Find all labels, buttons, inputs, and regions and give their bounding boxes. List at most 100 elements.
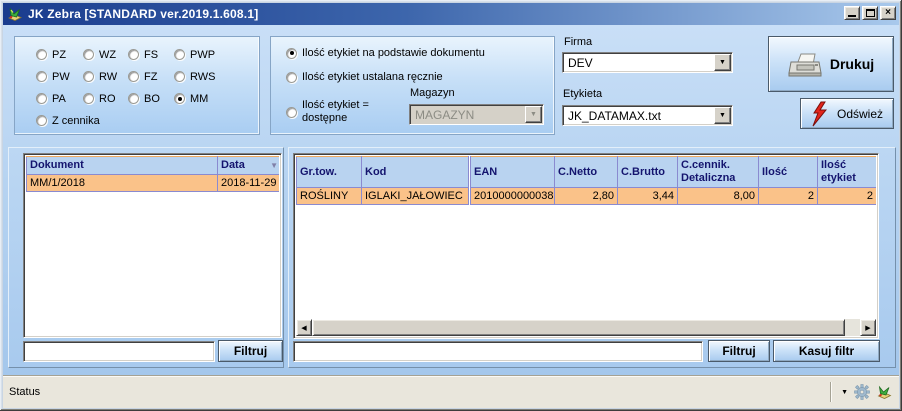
radio-icon bbox=[83, 49, 94, 60]
status-text: Status bbox=[9, 386, 830, 398]
doctype-ro[interactable]: RO bbox=[83, 93, 128, 105]
cell-ccennik[interactable]: 8,00 bbox=[678, 188, 759, 205]
radio-icon bbox=[174, 49, 185, 60]
cell-grtow[interactable]: ROŚLINY bbox=[297, 188, 362, 205]
maximize-button[interactable] bbox=[862, 6, 878, 20]
doctype-label: RO bbox=[99, 93, 116, 105]
doctype-rw[interactable]: RW bbox=[83, 71, 128, 83]
qty-by-document[interactable]: Ilość etykiet na podstawie dokumentu bbox=[286, 47, 485, 59]
cell-data[interactable]: 2018-11-29 bbox=[218, 175, 280, 192]
column-header-ilosc[interactable]: Ilość bbox=[759, 157, 818, 188]
qty-option-label: Ilość etykiet ustalana ręcznie bbox=[302, 71, 443, 83]
items-filter-input[interactable] bbox=[293, 341, 703, 362]
radio-icon bbox=[36, 71, 47, 82]
column-header-cnetto[interactable]: C.Netto bbox=[555, 157, 618, 188]
scroll-right-icon: ▶ bbox=[865, 324, 870, 332]
clear-filter-button[interactable]: Kasuj filtr bbox=[773, 340, 880, 362]
radio-icon bbox=[286, 48, 297, 59]
column-header-ilosc-etykiet[interactable]: Ilość etykiet bbox=[818, 157, 877, 188]
cell-ean[interactable]: 2010000000038 bbox=[470, 188, 555, 205]
chevron-down-icon[interactable]: ▼ bbox=[714, 107, 731, 124]
statusbar-menu-caret-icon[interactable]: ▼ bbox=[841, 389, 848, 396]
table-row[interactable]: MM/1/2018 2018-11-29 bbox=[27, 175, 280, 192]
chevron-down-icon: ▼ bbox=[525, 106, 542, 123]
titlebar: JK Zebra [STANDARD ver.2019.1.608.1] × bbox=[3, 3, 899, 25]
horizontal-scrollbar[interactable]: ◀ ▶ bbox=[296, 319, 876, 336]
column-header-grtow[interactable]: Gr.tow. bbox=[297, 157, 362, 188]
sort-desc-icon: ▼ bbox=[270, 160, 278, 172]
firma-value: DEV bbox=[563, 56, 713, 70]
app-icon[interactable] bbox=[7, 6, 23, 22]
scrollbar-track[interactable] bbox=[312, 319, 860, 336]
column-header-ean[interactable]: EAN bbox=[470, 157, 555, 188]
documents-filter-button[interactable]: Filtruj bbox=[218, 340, 283, 362]
label-quantity-panel: Ilość etykiet na podstawie dokumentu Ilo… bbox=[270, 36, 555, 135]
column-header-cbrutto[interactable]: C.Brutto bbox=[618, 157, 678, 188]
table-row[interactable]: ROŚLINY IGLAKI_JAŁOWIEC 2010000000038 2,… bbox=[297, 188, 877, 205]
doctype-wz[interactable]: WZ bbox=[83, 49, 128, 61]
filter-button-label: Filtruj bbox=[234, 344, 267, 358]
gear-icon[interactable] bbox=[854, 384, 870, 400]
qty-manual[interactable]: Ilość etykiet ustalana ręcznie bbox=[286, 71, 443, 83]
column-header-ccennik[interactable]: C.cennik. Detaliczna bbox=[678, 157, 759, 188]
doctype-fz[interactable]: FZ bbox=[128, 71, 174, 83]
table-header-row: Dokument Data▼ bbox=[27, 157, 280, 175]
doctype-fs[interactable]: FS bbox=[128, 49, 174, 61]
doctype-pwp[interactable]: PWP bbox=[174, 49, 254, 61]
documents-grid: Dokument Data▼ MM/1/2018 2018-11-29 bbox=[23, 153, 282, 338]
close-button[interactable]: × bbox=[880, 6, 896, 20]
cell-dokument[interactable]: MM/1/2018 bbox=[27, 175, 218, 192]
radio-icon bbox=[128, 93, 139, 104]
etykieta-value: JK_DATAMAX.txt bbox=[563, 109, 713, 123]
doctype-rws[interactable]: RWS bbox=[174, 71, 254, 83]
refresh-button[interactable]: Odśwież bbox=[800, 98, 894, 129]
doctype-mm[interactable]: MM bbox=[174, 93, 254, 105]
items-filter-button[interactable]: Filtruj bbox=[708, 340, 770, 362]
column-header-dokument[interactable]: Dokument bbox=[27, 157, 218, 175]
print-button[interactable]: Drukuj bbox=[768, 36, 894, 92]
printer-icon bbox=[788, 50, 822, 78]
radio-icon bbox=[286, 72, 297, 83]
qty-available[interactable]: Ilość etykiet = dostępne bbox=[286, 99, 369, 125]
cell-ilosc[interactable]: 2 bbox=[759, 188, 818, 205]
doctype-z-cennika[interactable]: Z cennika bbox=[36, 115, 254, 127]
minimize-button[interactable] bbox=[844, 6, 860, 20]
column-header-data[interactable]: Data▼ bbox=[218, 157, 280, 175]
doctype-pw[interactable]: PW bbox=[36, 71, 83, 83]
magazyn-label: Magazyn bbox=[410, 87, 455, 99]
app-mini-icon[interactable] bbox=[876, 385, 893, 400]
radio-icon bbox=[83, 93, 94, 104]
qty-option-label: Ilość etykiet = dostępne bbox=[302, 99, 369, 125]
radio-icon bbox=[174, 71, 185, 82]
doctype-bo[interactable]: BO bbox=[128, 93, 174, 105]
documents-filter-input[interactable] bbox=[23, 341, 215, 362]
doctype-label: WZ bbox=[99, 49, 116, 61]
column-header-kod[interactable]: Kod bbox=[362, 157, 470, 188]
cell-kod[interactable]: IGLAKI_JAŁOWIEC bbox=[362, 188, 470, 205]
window-title: JK Zebra [STANDARD ver.2019.1.608.1] bbox=[28, 7, 258, 21]
firma-select[interactable]: DEV ▼ bbox=[562, 52, 733, 73]
doctype-pa[interactable]: PA bbox=[36, 93, 83, 105]
magazyn-select: MAGAZYN ▼ bbox=[409, 104, 544, 125]
radio-icon bbox=[36, 93, 47, 104]
doctype-label: FS bbox=[144, 49, 158, 61]
cell-ilosc-etykiet[interactable]: 2 bbox=[818, 188, 877, 205]
doctype-label: PA bbox=[52, 93, 66, 105]
scrollbar-thumb[interactable] bbox=[312, 319, 845, 336]
items-panel: Gr.tow. Kod EAN C.Netto C.Brutto C.cenni… bbox=[288, 147, 896, 368]
cell-cbrutto[interactable]: 3,44 bbox=[618, 188, 678, 205]
cell-cnetto[interactable]: 2,80 bbox=[555, 188, 618, 205]
radio-icon bbox=[286, 107, 297, 118]
chevron-down-icon[interactable]: ▼ bbox=[714, 54, 731, 71]
doctype-pz[interactable]: PZ bbox=[36, 49, 83, 61]
scroll-right-button[interactable]: ▶ bbox=[860, 319, 876, 336]
radio-icon bbox=[128, 49, 139, 60]
firma-label: Firma bbox=[564, 36, 592, 48]
scroll-left-button[interactable]: ◀ bbox=[296, 319, 312, 336]
scroll-left-icon: ◀ bbox=[301, 324, 306, 332]
radio-icon bbox=[174, 93, 185, 104]
doctype-label: Z cennika bbox=[52, 115, 100, 127]
etykieta-select[interactable]: JK_DATAMAX.txt ▼ bbox=[562, 105, 733, 126]
doctype-label: MM bbox=[190, 93, 208, 105]
magazyn-value: MAGAZYN bbox=[410, 108, 524, 122]
